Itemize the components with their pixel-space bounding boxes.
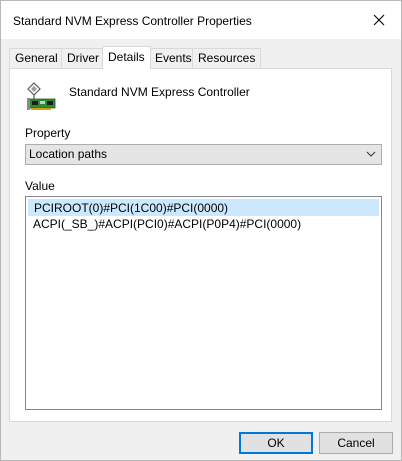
tab-label: Events <box>155 51 192 65</box>
list-item-text: ACPI(_SB_)#ACPI(PCI0)#ACPI(P0P4)#PCI(000… <box>33 217 302 231</box>
property-selected-value: Location paths <box>29 147 108 161</box>
tab-events[interactable]: Events <box>149 48 198 68</box>
storage-controller-icon <box>27 82 56 110</box>
tab-driver[interactable]: Driver <box>61 48 105 68</box>
value-label: Value <box>25 179 55 193</box>
property-label: Property <box>25 126 71 140</box>
close-button[interactable] <box>357 1 401 39</box>
properties-dialog: Standard NVM Express Controller Properti… <box>0 0 402 461</box>
ok-button[interactable]: OK <box>239 432 313 454</box>
value-list[interactable]: PCIROOT(0)#PCI(1C00)#PCI(0000) ACPI(_SB_… <box>25 196 382 410</box>
list-item-text: PCIROOT(0)#PCI(1C00)#PCI(0000) <box>34 201 229 215</box>
list-item[interactable]: PCIROOT(0)#PCI(1C00)#PCI(0000) <box>28 199 379 216</box>
property-dropdown[interactable]: Location paths <box>25 144 382 165</box>
window-title: Standard NVM Express Controller Properti… <box>13 14 252 28</box>
list-item[interactable]: ACPI(_SB_)#ACPI(PCI0)#ACPI(P0P4)#PCI(000… <box>28 216 379 233</box>
tab-label: General <box>15 51 58 65</box>
tab-general[interactable]: General <box>9 48 64 68</box>
tab-label: Details <box>108 50 145 64</box>
tab-details[interactable]: Details <box>102 46 151 69</box>
tab-resources[interactable]: Resources <box>192 48 262 68</box>
details-panel: Standard NVM Express Controller Property… <box>9 68 392 422</box>
tab-label: Resources <box>198 51 256 65</box>
device-name: Standard NVM Express Controller <box>69 85 250 99</box>
title-bar: Standard NVM Express Controller Properti… <box>1 1 401 39</box>
close-icon <box>373 14 385 26</box>
tab-label: Driver <box>67 51 99 65</box>
tab-strip: General Driver Details Events Resources <box>9 46 389 69</box>
cancel-button[interactable]: Cancel <box>319 432 393 454</box>
chevron-down-icon <box>366 151 376 157</box>
